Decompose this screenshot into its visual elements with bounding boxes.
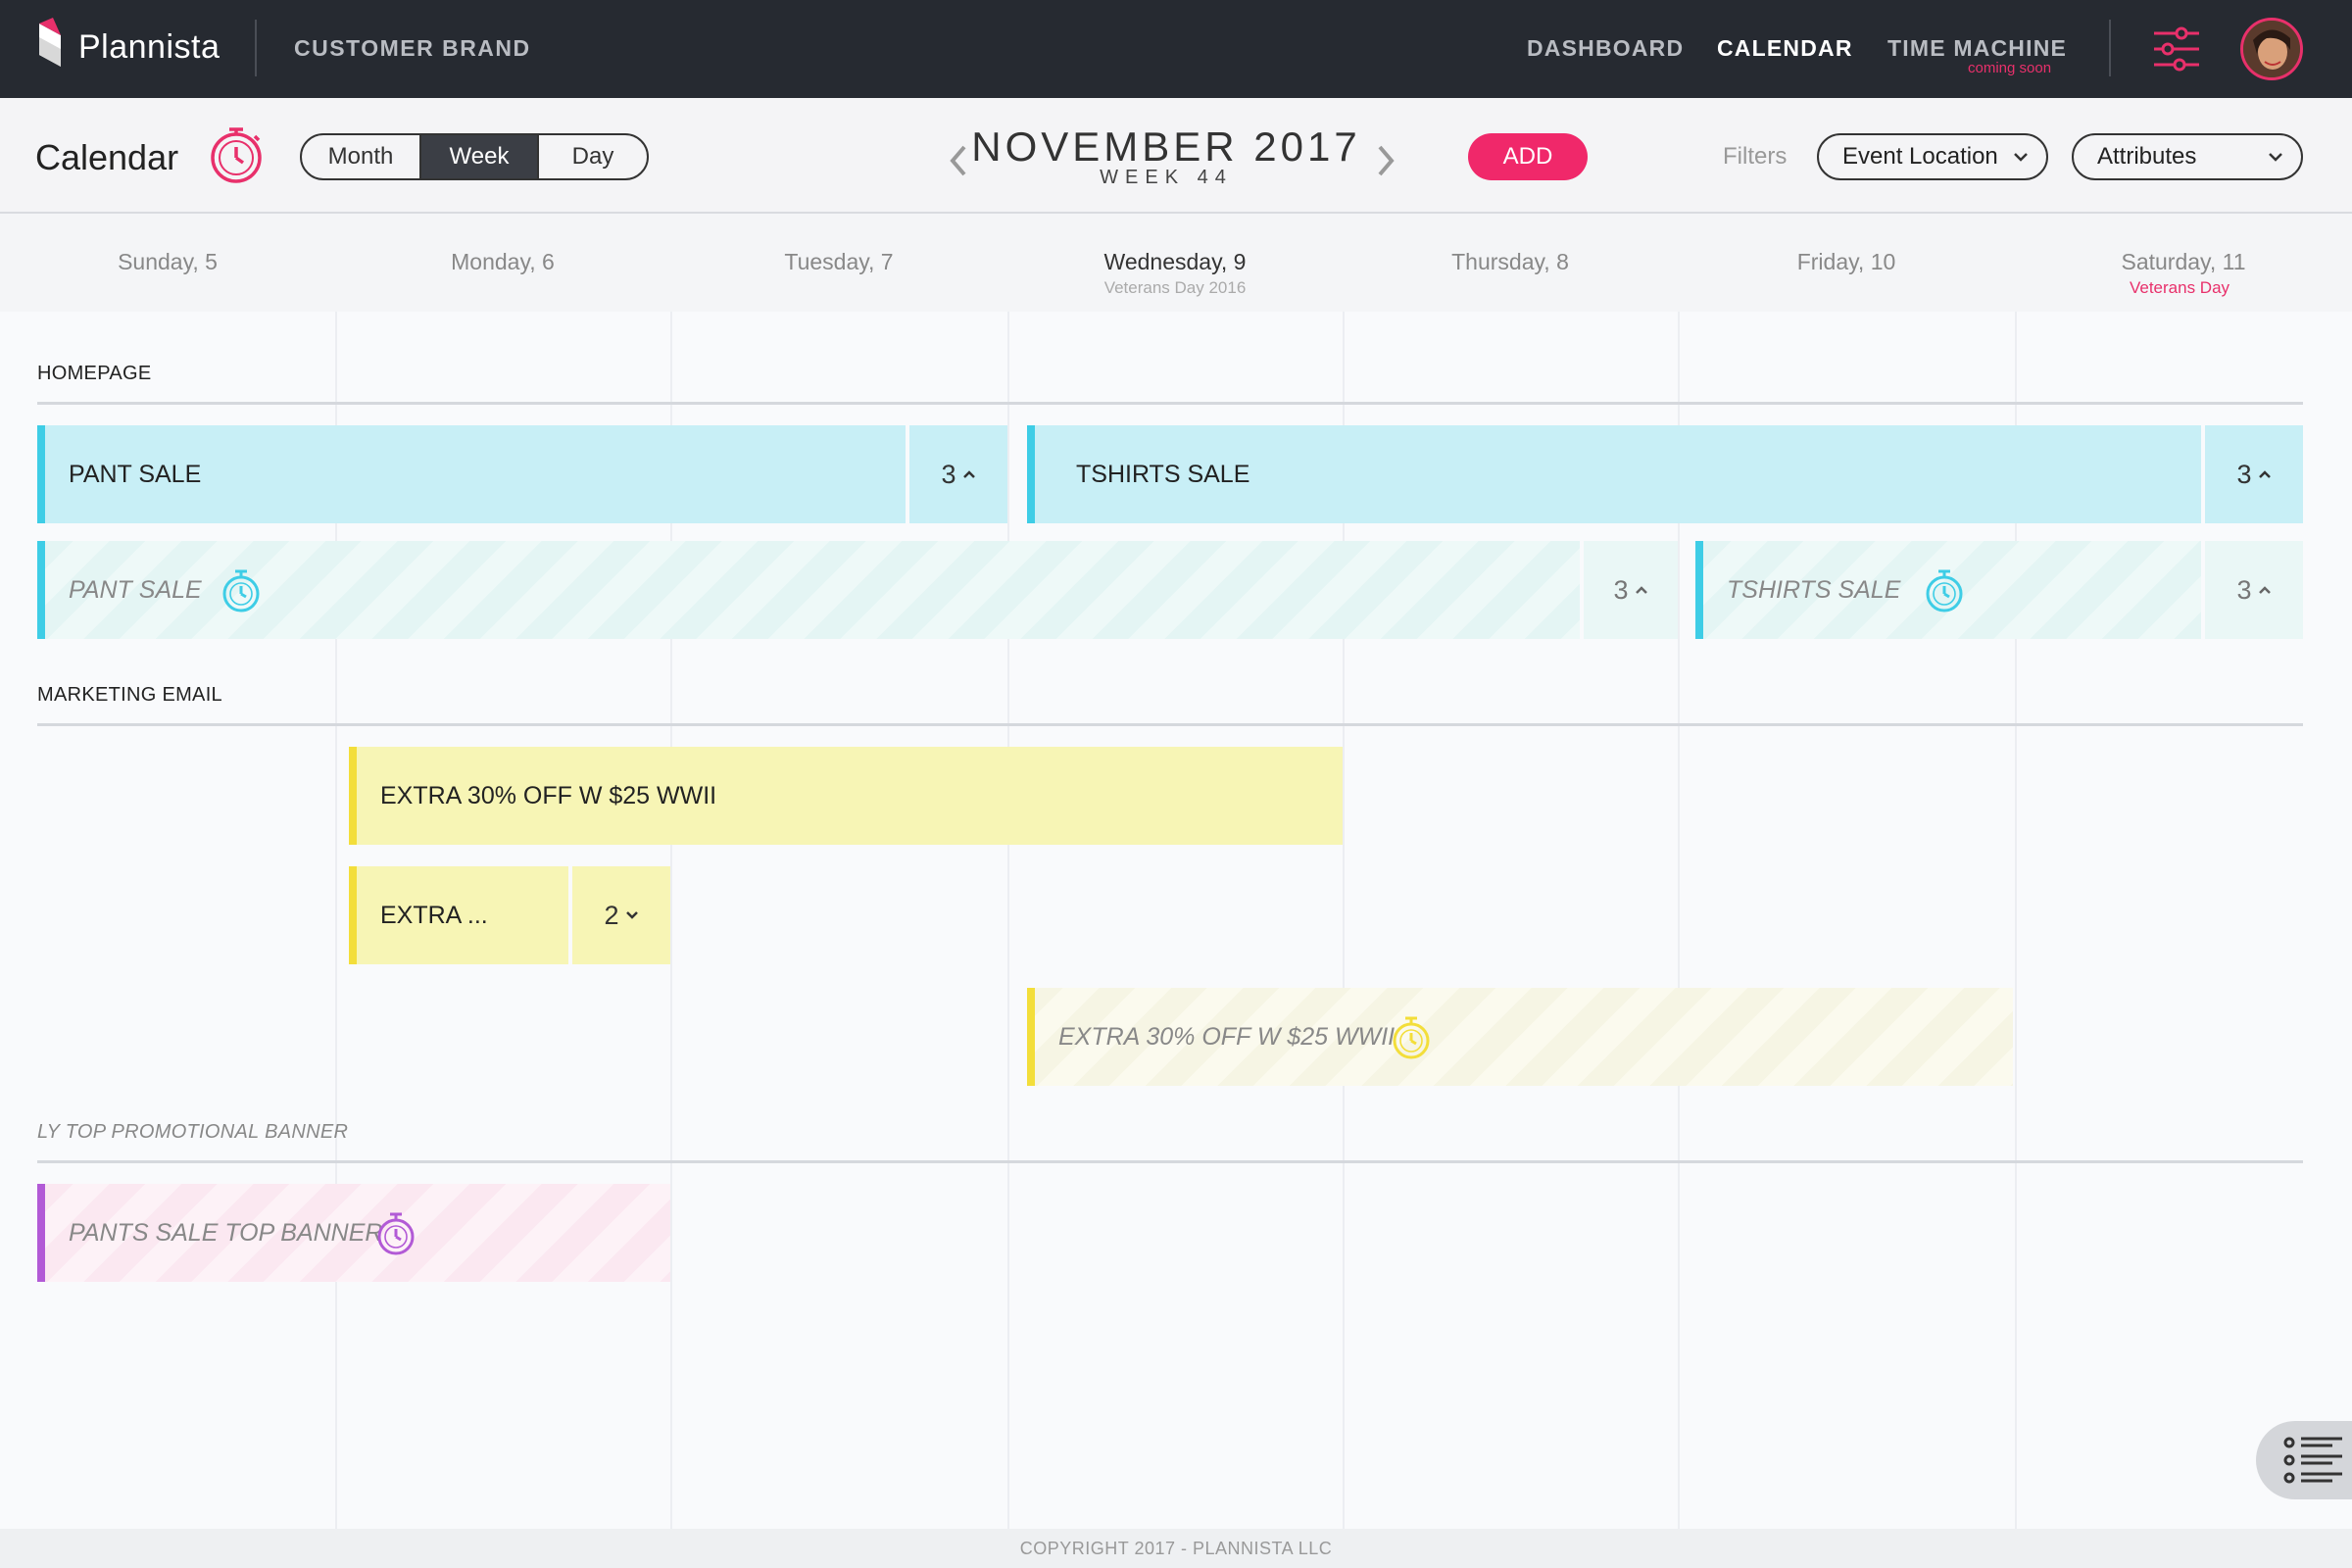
calendar-toolbar: Calendar Month Week Day NOVEMBER 2017 WE… <box>0 98 2352 214</box>
event-count: 3 <box>941 459 956 489</box>
day-sunday[interactable]: Sunday, 5 <box>0 249 335 275</box>
event-count-toggle[interactable]: 3 <box>2201 425 2303 523</box>
chevron-up-icon <box>2258 586 2271 594</box>
event-extra-30-off[interactable]: EXTRA 30% OFF W $25 WWII <box>349 747 1343 845</box>
event-color-bar <box>349 866 357 964</box>
event-title: PANT SALE <box>69 460 202 488</box>
event-extra-short[interactable]: EXTRA ... 2 <box>349 866 670 964</box>
day-wednesday[interactable]: Wednesday, 9 <box>1007 249 1343 275</box>
current-month: NOVEMBER 2017 <box>971 123 1361 170</box>
section-divider <box>37 1160 2303 1163</box>
event-color-bar <box>37 1184 45 1282</box>
settings-sliders-icon[interactable] <box>2152 25 2201 73</box>
chevron-right-icon[interactable] <box>1374 141 1397 180</box>
calendar-grid: HOMEPAGE PANT SALE 3 TSHIRTS SALE 3 PANT… <box>0 312 2352 1529</box>
divider <box>255 20 257 76</box>
event-pant-sale[interactable]: PANT SALE 3 <box>37 425 1007 523</box>
event-extra-30-off-scheduled[interactable]: EXTRA 30% OFF W $25 WWII <box>1027 988 2013 1086</box>
event-title: EXTRA 30% OFF W $25 WWII <box>1058 1022 1396 1051</box>
nav-time-machine[interactable]: TIME MACHINE <box>1887 35 2067 62</box>
event-title: PANT SALE <box>69 575 202 604</box>
stopwatch-icon <box>222 569 260 612</box>
chevron-down-icon <box>2014 153 2028 162</box>
event-color-bar <box>37 425 45 523</box>
event-color-bar <box>1695 541 1703 639</box>
event-color-bar <box>1027 425 1035 523</box>
event-count: 3 <box>2236 459 2252 489</box>
event-color-bar <box>37 541 45 639</box>
chevron-up-icon <box>962 470 975 478</box>
stopwatch-icon <box>1926 569 1963 612</box>
attributes-dropdown[interactable]: Attributes <box>2072 133 2303 180</box>
event-title: EXTRA 30% OFF W $25 WWII <box>380 781 717 809</box>
nav-calendar[interactable]: CALENDAR <box>1717 35 1853 62</box>
event-count: 3 <box>2236 574 2252 605</box>
section-divider <box>37 723 2303 726</box>
stopwatch-icon <box>377 1212 415 1255</box>
day-tuesday[interactable]: Tuesday, 7 <box>670 249 1007 275</box>
event-pants-sale-top-banner[interactable]: PANTS SALE TOP BANNER <box>37 1184 670 1282</box>
chevron-down-icon <box>2269 153 2282 162</box>
section-homepage: HOMEPAGE <box>37 363 152 384</box>
event-location-dropdown[interactable]: Event Location <box>1817 133 2048 180</box>
event-title: TSHIRTS SALE <box>1076 460 1250 488</box>
footer: COPYRIGHT 2017 - PLANNISTA LLC <box>0 1529 2352 1568</box>
event-color-bar <box>1027 988 1035 1086</box>
chevron-down-icon <box>625 911 638 919</box>
view-month-button[interactable]: Month <box>302 135 419 178</box>
event-count-toggle[interactable]: 2 <box>568 866 670 964</box>
week-day-header: Sunday, 5 Monday, 6 Tuesday, 7 Wednesday… <box>0 214 2352 312</box>
chevron-up-icon <box>1635 586 1647 594</box>
attributes-label: Attributes <box>2097 143 2197 170</box>
stopwatch-icon[interactable] <box>208 125 265 184</box>
event-count: 2 <box>604 900 619 930</box>
customer-brand-link[interactable]: CUSTOMER BRAND <box>294 35 531 62</box>
view-day-button[interactable]: Day <box>537 135 647 178</box>
event-pant-sale-scheduled[interactable]: PANT SALE 3 <box>37 541 1678 639</box>
event-tshirts-sale-scheduled[interactable]: TSHIRTS SALE 3 <box>1695 541 2303 639</box>
logo-text[interactable]: Plannista <box>78 28 220 67</box>
add-event-button[interactable]: ADD <box>1468 133 1588 180</box>
section-divider <box>37 402 2303 405</box>
event-title: TSHIRTS SALE <box>1727 575 1901 604</box>
day-friday[interactable]: Friday, 10 <box>1678 249 2015 275</box>
divider <box>2109 20 2111 76</box>
nav-dashboard[interactable]: DASHBOARD <box>1527 35 1684 62</box>
holiday-label: Veterans Day <box>2129 278 2230 297</box>
event-color-bar <box>349 747 357 845</box>
day-saturday[interactable]: Saturday, 11 <box>2015 249 2352 275</box>
filters-label: Filters <box>1723 143 1788 170</box>
user-avatar[interactable] <box>2240 18 2303 80</box>
copyright-text: COPYRIGHT 2017 - PLANNISTA LLC <box>1019 1539 1333 1558</box>
day-monday[interactable]: Monday, 6 <box>335 249 670 275</box>
event-count-toggle[interactable]: 3 <box>906 425 1007 523</box>
list-view-button[interactable] <box>2256 1421 2352 1499</box>
event-count: 3 <box>1613 574 1629 605</box>
view-week-button[interactable]: Week <box>419 135 537 178</box>
day-thursday[interactable]: Thursday, 8 <box>1343 249 1678 275</box>
day-divider <box>1007 312 1009 1529</box>
view-switcher: Month Week Day <box>300 133 649 180</box>
event-title: PANTS SALE TOP BANNER <box>69 1218 383 1247</box>
page-title: Calendar <box>35 137 179 177</box>
event-location-label: Event Location <box>1842 143 1998 170</box>
plannista-logo-icon[interactable] <box>35 18 67 73</box>
section-marketing-email: MARKETING EMAIL <box>37 684 222 706</box>
event-tshirts-sale[interactable]: TSHIRTS SALE 3 <box>1027 425 2303 523</box>
chevron-up-icon <box>2258 470 2271 478</box>
list-icon <box>2283 1437 2342 1484</box>
stopwatch-icon <box>1393 1016 1430 1059</box>
event-count-toggle[interactable]: 3 <box>2201 541 2303 639</box>
current-week: WEEK 44 <box>1100 167 1233 188</box>
coming-soon-label: coming soon <box>1968 60 2052 76</box>
event-title: EXTRA ... <box>380 901 488 929</box>
event-count-toggle[interactable]: 3 <box>1580 541 1678 639</box>
holiday-label: Veterans Day 2016 <box>1103 278 1247 297</box>
section-top-promotional-banner: LY TOP PROMOTIONAL BANNER <box>37 1121 349 1143</box>
top-navigation-bar: Plannista CUSTOMER BRAND DASHBOARD CALEN… <box>0 0 2352 98</box>
